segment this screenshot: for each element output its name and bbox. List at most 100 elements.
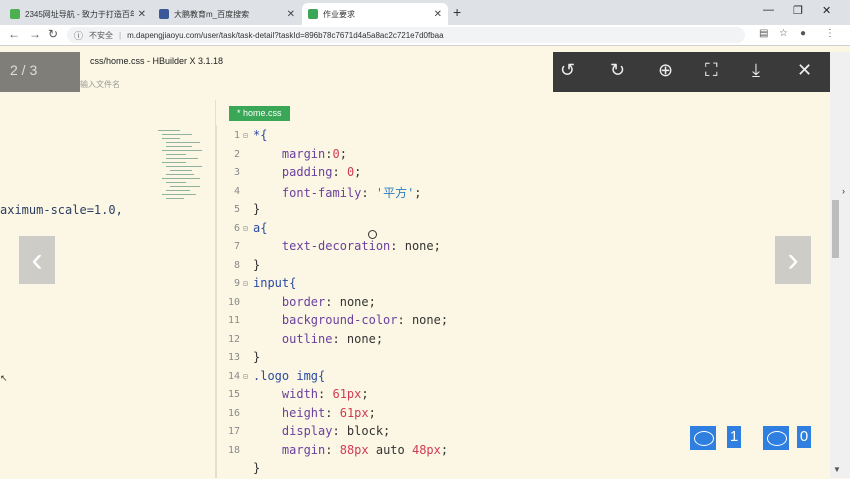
line-number: 4 <box>233 185 240 197</box>
code-token: margin <box>281 442 326 457</box>
line-number: 10 <box>227 296 240 308</box>
line-number: 1 <box>233 130 240 141</box>
tab-close-icon[interactable]: ✕ <box>138 9 146 20</box>
fold-icon[interactable]: ⊟ <box>243 224 248 233</box>
text-cursor <box>368 230 377 239</box>
translate-icon[interactable]: ▤ <box>759 28 768 39</box>
favicon-icon <box>159 9 169 19</box>
back-icon[interactable]: ← <box>8 27 20 41</box>
code-line[interactable]: 16 height: 61px; <box>216 406 816 424</box>
favicon-icon <box>10 9 20 19</box>
browser-tab-homework[interactable]: 作业要求 ✕ <box>302 3 448 25</box>
close-icon[interactable]: ✕ <box>797 60 812 81</box>
account-icon[interactable]: ● <box>800 28 806 39</box>
tab-close-icon[interactable]: ✕ <box>287 9 295 20</box>
code-text: font-family: '平方'; <box>253 184 422 201</box>
bookmark-star-icon[interactable]: ☆ <box>779 28 788 39</box>
code-line[interactable]: 12 outline: none; <box>216 332 816 350</box>
minimize-button[interactable]: — <box>763 4 774 16</box>
code-text: a{ <box>253 221 267 235</box>
prev-image-button[interactable]: ‹ <box>19 236 55 284</box>
line-number: 15 <box>227 389 240 400</box>
restore-button[interactable]: ❐ <box>793 4 803 17</box>
code-line[interactable]: 14 ⊟ .logo img{ <box>216 369 816 387</box>
code-token: 0 <box>332 146 340 161</box>
code-token: 88px <box>339 442 369 457</box>
code-line[interactable]: 17 display: block; <box>216 424 816 442</box>
window-close-button[interactable]: ✕ <box>822 4 831 17</box>
left-code-fragment: aximum-scale=1.0, <box>0 203 123 217</box>
scroll-down-icon[interactable]: ▼ <box>833 465 841 474</box>
info-icon[interactable]: ⓘ <box>74 29 83 42</box>
minimap <box>156 128 212 208</box>
code-line[interactable]: 7 text-decoration: none; <box>216 239 816 257</box>
forward-icon[interactable]: → <box>29 27 41 41</box>
code-line[interactable]: 1 ⊟ *{ <box>216 128 816 146</box>
browser-tab-baidu[interactable]: 大鹏教育m_百度搜索 ✕ <box>153 3 301 25</box>
comment-icon[interactable] <box>690 426 716 450</box>
code-token: : <box>361 185 376 200</box>
code-text: input{ <box>253 276 296 290</box>
code-line[interactable]: 18 margin: 88px auto 48px; <box>216 443 816 461</box>
menu-icon[interactable]: ⋮ <box>825 28 835 39</box>
code-line[interactable]: 3 padding: 0; <box>216 165 816 183</box>
code-line[interactable]: 10 border: none; <box>216 295 816 313</box>
code-text: padding: 0; <box>253 165 362 179</box>
download-icon[interactable]: ⤓ <box>752 60 760 81</box>
code-text: background-color: none; <box>253 313 448 327</box>
new-tab-button[interactable]: + <box>453 4 461 20</box>
next-image-button[interactable]: › <box>775 236 811 284</box>
divider: | <box>119 30 122 40</box>
address-input[interactable]: ⓘ 不安全 | m.dapengjiaoyu.com/user/task/tas… <box>67 27 745 43</box>
reload-icon[interactable]: ↻ <box>48 27 58 41</box>
file-tab[interactable]: * home.css <box>229 106 290 121</box>
zoom-in-icon[interactable]: ⊕ <box>658 60 673 81</box>
browser-tab-2345[interactable]: 2345网址导航 - 致力于打造百年 ✕ <box>4 3 152 25</box>
fold-icon[interactable]: ⊟ <box>243 372 248 381</box>
tab-close-icon[interactable]: ✕ <box>434 9 442 20</box>
code-token: : none; <box>397 313 449 327</box>
line-number: 17 <box>227 426 240 437</box>
code-line[interactable]: } <box>216 461 816 479</box>
tab-title: 大鹏教育m_百度搜索 <box>174 9 250 19</box>
code-text: width: 61px; <box>253 387 369 401</box>
code-text: height: 61px; <box>253 406 376 420</box>
code-token: auto <box>368 442 412 457</box>
page-counter: 2 / 3 <box>10 62 38 78</box>
code-line[interactable]: 2 margin:0; <box>216 147 816 165</box>
code-line[interactable]: 15 width: 61px; <box>216 387 816 405</box>
like-icon[interactable] <box>763 426 789 450</box>
code-line[interactable]: 6 ⊟ a{ <box>216 221 816 239</box>
code-token: ; <box>339 146 347 161</box>
page-scrollbar[interactable] <box>830 52 850 478</box>
code-token: ; <box>368 405 376 420</box>
side-expand-icon[interactable]: › <box>842 186 845 196</box>
fullscreen-icon[interactable]: ⛶ <box>705 60 718 81</box>
line-number: 14 <box>227 370 240 382</box>
line-number: 6 <box>233 222 240 234</box>
code-line[interactable]: 13} <box>216 350 816 368</box>
code-text: } <box>253 461 260 475</box>
code-token: 48px <box>411 442 441 457</box>
code-text: } <box>253 350 260 364</box>
scrollbar-thumb[interactable] <box>832 200 839 258</box>
fold-icon[interactable]: ⊟ <box>243 279 248 288</box>
code-token: ; <box>361 387 369 401</box>
fold-icon[interactable]: ⊟ <box>243 131 248 140</box>
code-line[interactable]: 5} <box>216 202 816 220</box>
line-number: 11 <box>227 315 240 326</box>
code-line[interactable]: 9 ⊟ input{ <box>216 276 816 294</box>
rotate-left-icon[interactable]: ↺ <box>560 60 575 81</box>
code-token: ; <box>440 442 449 457</box>
line-number: 7 <box>233 241 240 252</box>
code-line[interactable]: 8} <box>216 258 816 276</box>
code-line[interactable]: 11 background-color: none; <box>216 313 816 331</box>
code-line[interactable]: 4 font-family: '平方'; <box>216 184 816 202</box>
code-text: } <box>253 202 260 216</box>
rotate-right-icon[interactable]: ↻ <box>610 60 625 81</box>
url-text: m.dapengjiaoyu.com/user/task/task-detail… <box>127 30 444 40</box>
